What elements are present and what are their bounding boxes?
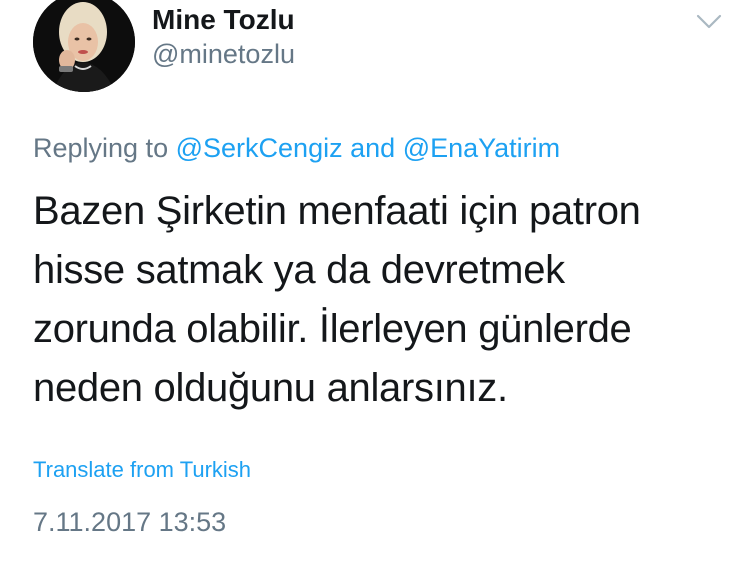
- replying-to-prefix: Replying to: [33, 133, 169, 163]
- tweet-text-line: zorunda olabilir. İlerleyen günlerde: [33, 307, 632, 351]
- replying-to-line: Replying to @SerkCengiz and @EnaYatirim: [33, 133, 560, 164]
- tweet-text-line: Bazen Şirketin menfaati için patron: [33, 189, 641, 233]
- mention-link-serkcengiz[interactable]: @SerkCengiz: [176, 133, 343, 163]
- chevron-down-icon[interactable]: [694, 10, 724, 32]
- tweet-text-line: hisse satmak ya da devretmek: [33, 248, 565, 292]
- translate-link[interactable]: Translate from Turkish: [33, 457, 251, 483]
- tweet-timestamp: 7.11.2017 13:53: [33, 507, 227, 537]
- author-handle[interactable]: @minetozlu: [152, 39, 295, 70]
- tweet-text: Bazen Şirketin menfaati için patron hiss…: [33, 182, 723, 418]
- mention-conjunction[interactable]: and: [350, 133, 395, 163]
- mention-link-enayatirim[interactable]: @EnaYatirim: [403, 133, 560, 163]
- avatar[interactable]: [33, 0, 135, 92]
- tweet-text-line: neden olduğunu anlarsınız.: [33, 366, 508, 410]
- author-display-name[interactable]: Mine Tozlu: [152, 4, 295, 36]
